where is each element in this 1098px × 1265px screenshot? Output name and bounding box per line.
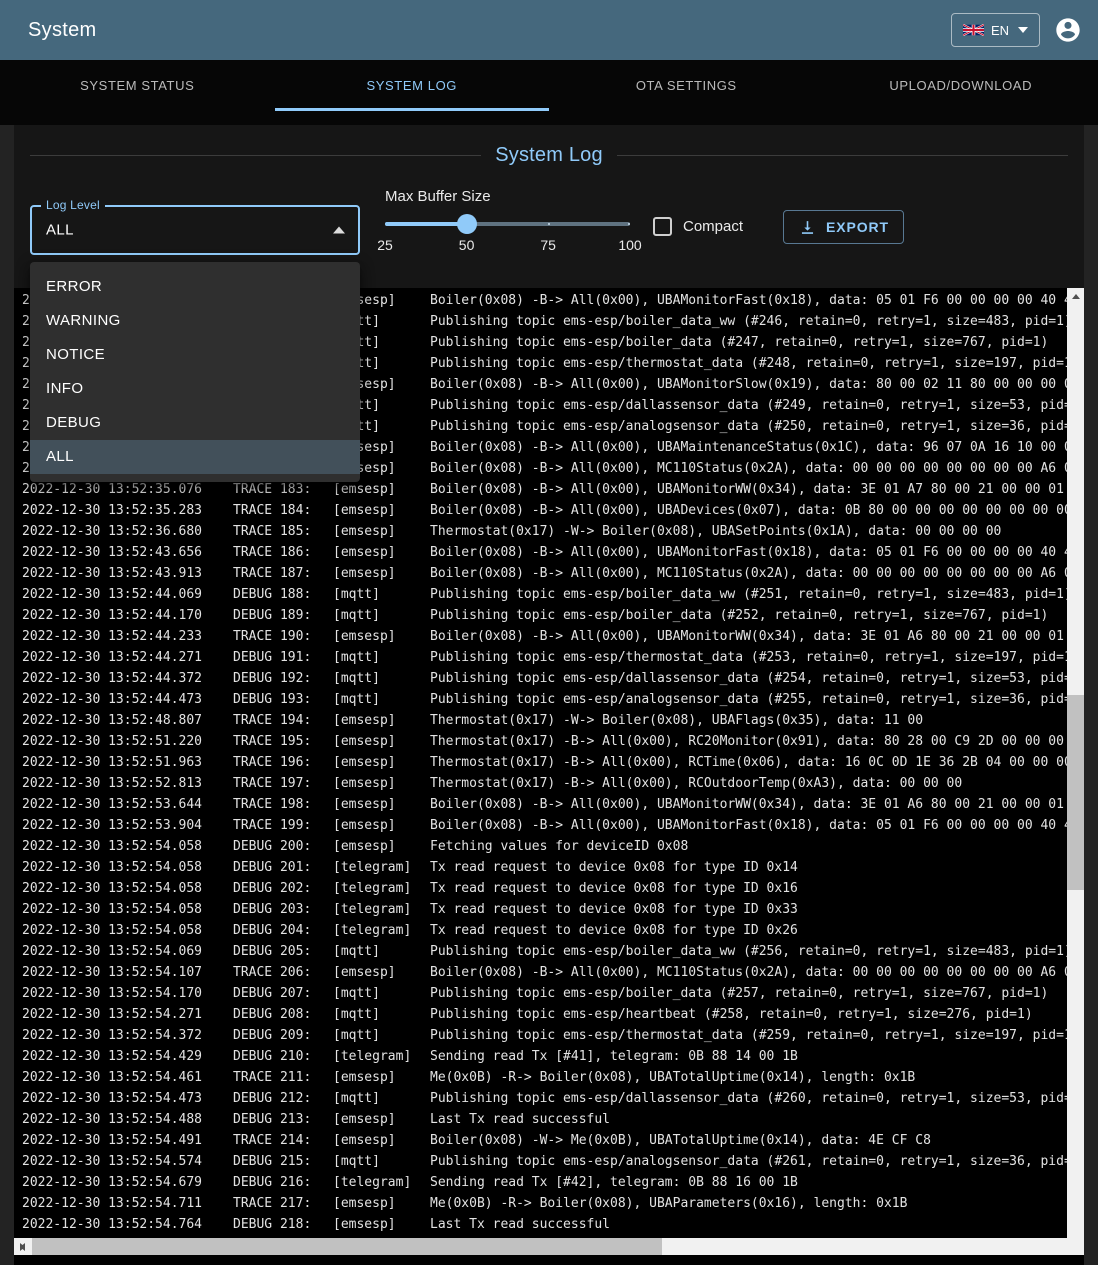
log-row: 2022-12-30 13:52:54.764DEBUG 218:[emsesp… [14, 1214, 1067, 1235]
panel-title-row: System Log [30, 144, 1068, 167]
export-button[interactable]: EXPORT [783, 210, 904, 244]
compact-label: Compact [683, 218, 743, 235]
log-row: 2022-12-30 13:52:54.107TRACE 206:[emsesp… [14, 962, 1067, 983]
slider-mark-labels: 25 50 75 100 [385, 237, 630, 255]
log-row: 2022-12-30 13:52:35.283TRACE 184:[emsesp… [14, 500, 1067, 521]
log-row: 2022-12-30 13:52:51.220TRACE 195:[emsesp… [14, 731, 1067, 752]
tab-upload-download[interactable]: UPLOAD/DOWNLOAD [824, 60, 1098, 125]
log-row: 2022-12-30 13:52:54.058DEBUG 200:[emsesp… [14, 836, 1067, 857]
log-row: 2022-12-30 13:52:54.429DEBUG 210:[telegr… [14, 1046, 1067, 1067]
scroll-right-button[interactable] [14, 1238, 31, 1255]
log-row: 2022-12-30 13:52:54.058DEBUG 202:[telegr… [14, 878, 1067, 899]
horizontal-scrollbar-thumb[interactable] [32, 1238, 662, 1255]
log-level-value: ALL [46, 222, 74, 239]
log-row: 2022-12-30 13:52:54.574DEBUG 215:[mqtt]P… [14, 1151, 1067, 1172]
slider-mark-50: 50 [459, 237, 475, 253]
log-row: 2022-12-30 13:52:44.233TRACE 190:[emsesp… [14, 626, 1067, 647]
log-row: 2022-12-30 13:52:44.069DEBUG 188:[mqtt]P… [14, 584, 1067, 605]
log-level-label: Log Level [41, 198, 105, 212]
slider-handle[interactable] [457, 214, 477, 234]
log-level-option[interactable]: DEBUG [30, 406, 360, 440]
buffer-size-label: Max Buffer Size [385, 188, 491, 205]
tab-label: UPLOAD/DOWNLOAD [889, 78, 1032, 93]
log-level-option[interactable]: ALL [30, 440, 360, 474]
log-row: 2022-12-30 13:52:43.913TRACE 187:[emsesp… [14, 563, 1067, 584]
log-level-select[interactable]: Log Level ALL [30, 205, 360, 255]
log-row: 2022-12-30 13:52:48.807TRACE 194:[emsesp… [14, 710, 1067, 731]
arrow-right-icon [20, 1243, 25, 1251]
log-row: 2022-12-30 13:52:54.461TRACE 211:[emsesp… [14, 1067, 1067, 1088]
chevron-up-icon [333, 227, 345, 234]
log-row: 2022-12-30 13:52:44.473DEBUG 193:[mqtt]P… [14, 689, 1067, 710]
language-selector[interactable]: EN [951, 13, 1040, 47]
log-row: 2022-12-30 13:52:53.904TRACE 199:[emsesp… [14, 815, 1067, 836]
tab-bar: SYSTEM STATUS SYSTEM LOG OTA SETTINGS UP… [0, 60, 1098, 125]
log-row: 2022-12-30 13:52:54.473DEBUG 212:[mqtt]P… [14, 1088, 1067, 1109]
arrow-up-icon [1072, 294, 1080, 299]
vertical-scrollbar[interactable] [1067, 288, 1084, 1255]
tab-system-status[interactable]: SYSTEM STATUS [0, 60, 275, 125]
log-row: 2022-12-30 13:52:54.372DEBUG 209:[mqtt]P… [14, 1025, 1067, 1046]
log-row: 2022-12-30 13:52:54.271DEBUG 208:[mqtt]P… [14, 1004, 1067, 1025]
log-level-menu: ERRORWARNINGNOTICEINFODEBUGALL [30, 262, 360, 482]
log-row: 2022-12-30 13:52:54.058DEBUG 204:[telegr… [14, 920, 1067, 941]
log-row: 2022-12-30 13:52:54.711TRACE 217:[emsesp… [14, 1193, 1067, 1214]
tab-label: OTA SETTINGS [636, 78, 737, 93]
log-row: 2022-12-30 13:52:43.656TRACE 186:[emsesp… [14, 542, 1067, 563]
log-row: 2022-12-30 13:52:54.491TRACE 214:[emsesp… [14, 1130, 1067, 1151]
slider-mark-75: 75 [540, 237, 556, 253]
log-row: 2022-12-30 13:52:44.271DEBUG 191:[mqtt]P… [14, 647, 1067, 668]
slider-track-active[interactable] [385, 222, 467, 226]
app-title: System [28, 19, 96, 42]
tab-system-log[interactable]: SYSTEM LOG [275, 60, 550, 125]
divider [30, 155, 481, 156]
log-row: 2022-12-30 13:52:44.372DEBUG 192:[mqtt]P… [14, 668, 1067, 689]
account-button[interactable] [1054, 16, 1082, 44]
download-icon [798, 218, 817, 237]
slider-mark-dot [628, 223, 630, 225]
language-label: EN [991, 23, 1009, 38]
scroll-up-button[interactable] [1067, 288, 1084, 305]
log-row: 2022-12-30 13:52:51.963TRACE 196:[emsesp… [14, 752, 1067, 773]
log-row: 2022-12-30 13:52:36.680TRACE 185:[emsesp… [14, 521, 1067, 542]
export-label: EXPORT [826, 219, 889, 235]
chevron-down-icon [1018, 27, 1028, 33]
log-level-option[interactable]: INFO [30, 372, 360, 406]
log-row: 2022-12-30 13:52:35.076TRACE 183:[emsesp… [14, 479, 1067, 500]
scrollbar-corner [1067, 1238, 1084, 1255]
compact-checkbox[interactable] [653, 217, 672, 236]
horizontal-scrollbar[interactable] [14, 1238, 1067, 1255]
log-row: 2022-12-30 13:52:54.488DEBUG 213:[emsesp… [14, 1109, 1067, 1130]
log-level-option[interactable]: WARNING [30, 304, 360, 338]
page-title: System Log [495, 144, 603, 167]
log-row: 2022-12-30 13:52:53.644TRACE 198:[emsesp… [14, 794, 1067, 815]
buffer-size-slider[interactable] [385, 220, 630, 228]
tab-ota-settings[interactable]: OTA SETTINGS [549, 60, 824, 125]
log-row: 2022-12-30 13:52:54.058DEBUG 203:[telegr… [14, 899, 1067, 920]
log-row: 2022-12-30 13:52:52.813TRACE 197:[emsesp… [14, 773, 1067, 794]
compact-toggle[interactable]: Compact [653, 213, 743, 239]
slider-mark-100: 100 [618, 237, 641, 253]
log-row: 2022-12-30 13:52:44.170DEBUG 189:[mqtt]P… [14, 605, 1067, 626]
app-bar: System EN [0, 0, 1098, 60]
log-row: 2022-12-30 13:52:54.170DEBUG 207:[mqtt]P… [14, 983, 1067, 1004]
divider [617, 155, 1068, 156]
vertical-scrollbar-thumb[interactable] [1067, 695, 1084, 890]
active-tab-indicator [275, 108, 550, 111]
log-row: 2022-12-30 13:52:54.058DEBUG 201:[telegr… [14, 857, 1067, 878]
log-row: 2022-12-30 13:52:54.679DEBUG 216:[telegr… [14, 1172, 1067, 1193]
account-circle-icon [1054, 16, 1082, 44]
log-level-option[interactable]: ERROR [30, 270, 360, 304]
log-level-option[interactable]: NOTICE [30, 338, 360, 372]
tab-label: SYSTEM STATUS [80, 78, 194, 93]
slider-mark-25: 25 [377, 237, 393, 253]
tab-label: SYSTEM LOG [366, 78, 457, 93]
log-row: 2022-12-30 13:52:54.069DEBUG 205:[mqtt]P… [14, 941, 1067, 962]
uk-flag-icon [963, 24, 984, 36]
